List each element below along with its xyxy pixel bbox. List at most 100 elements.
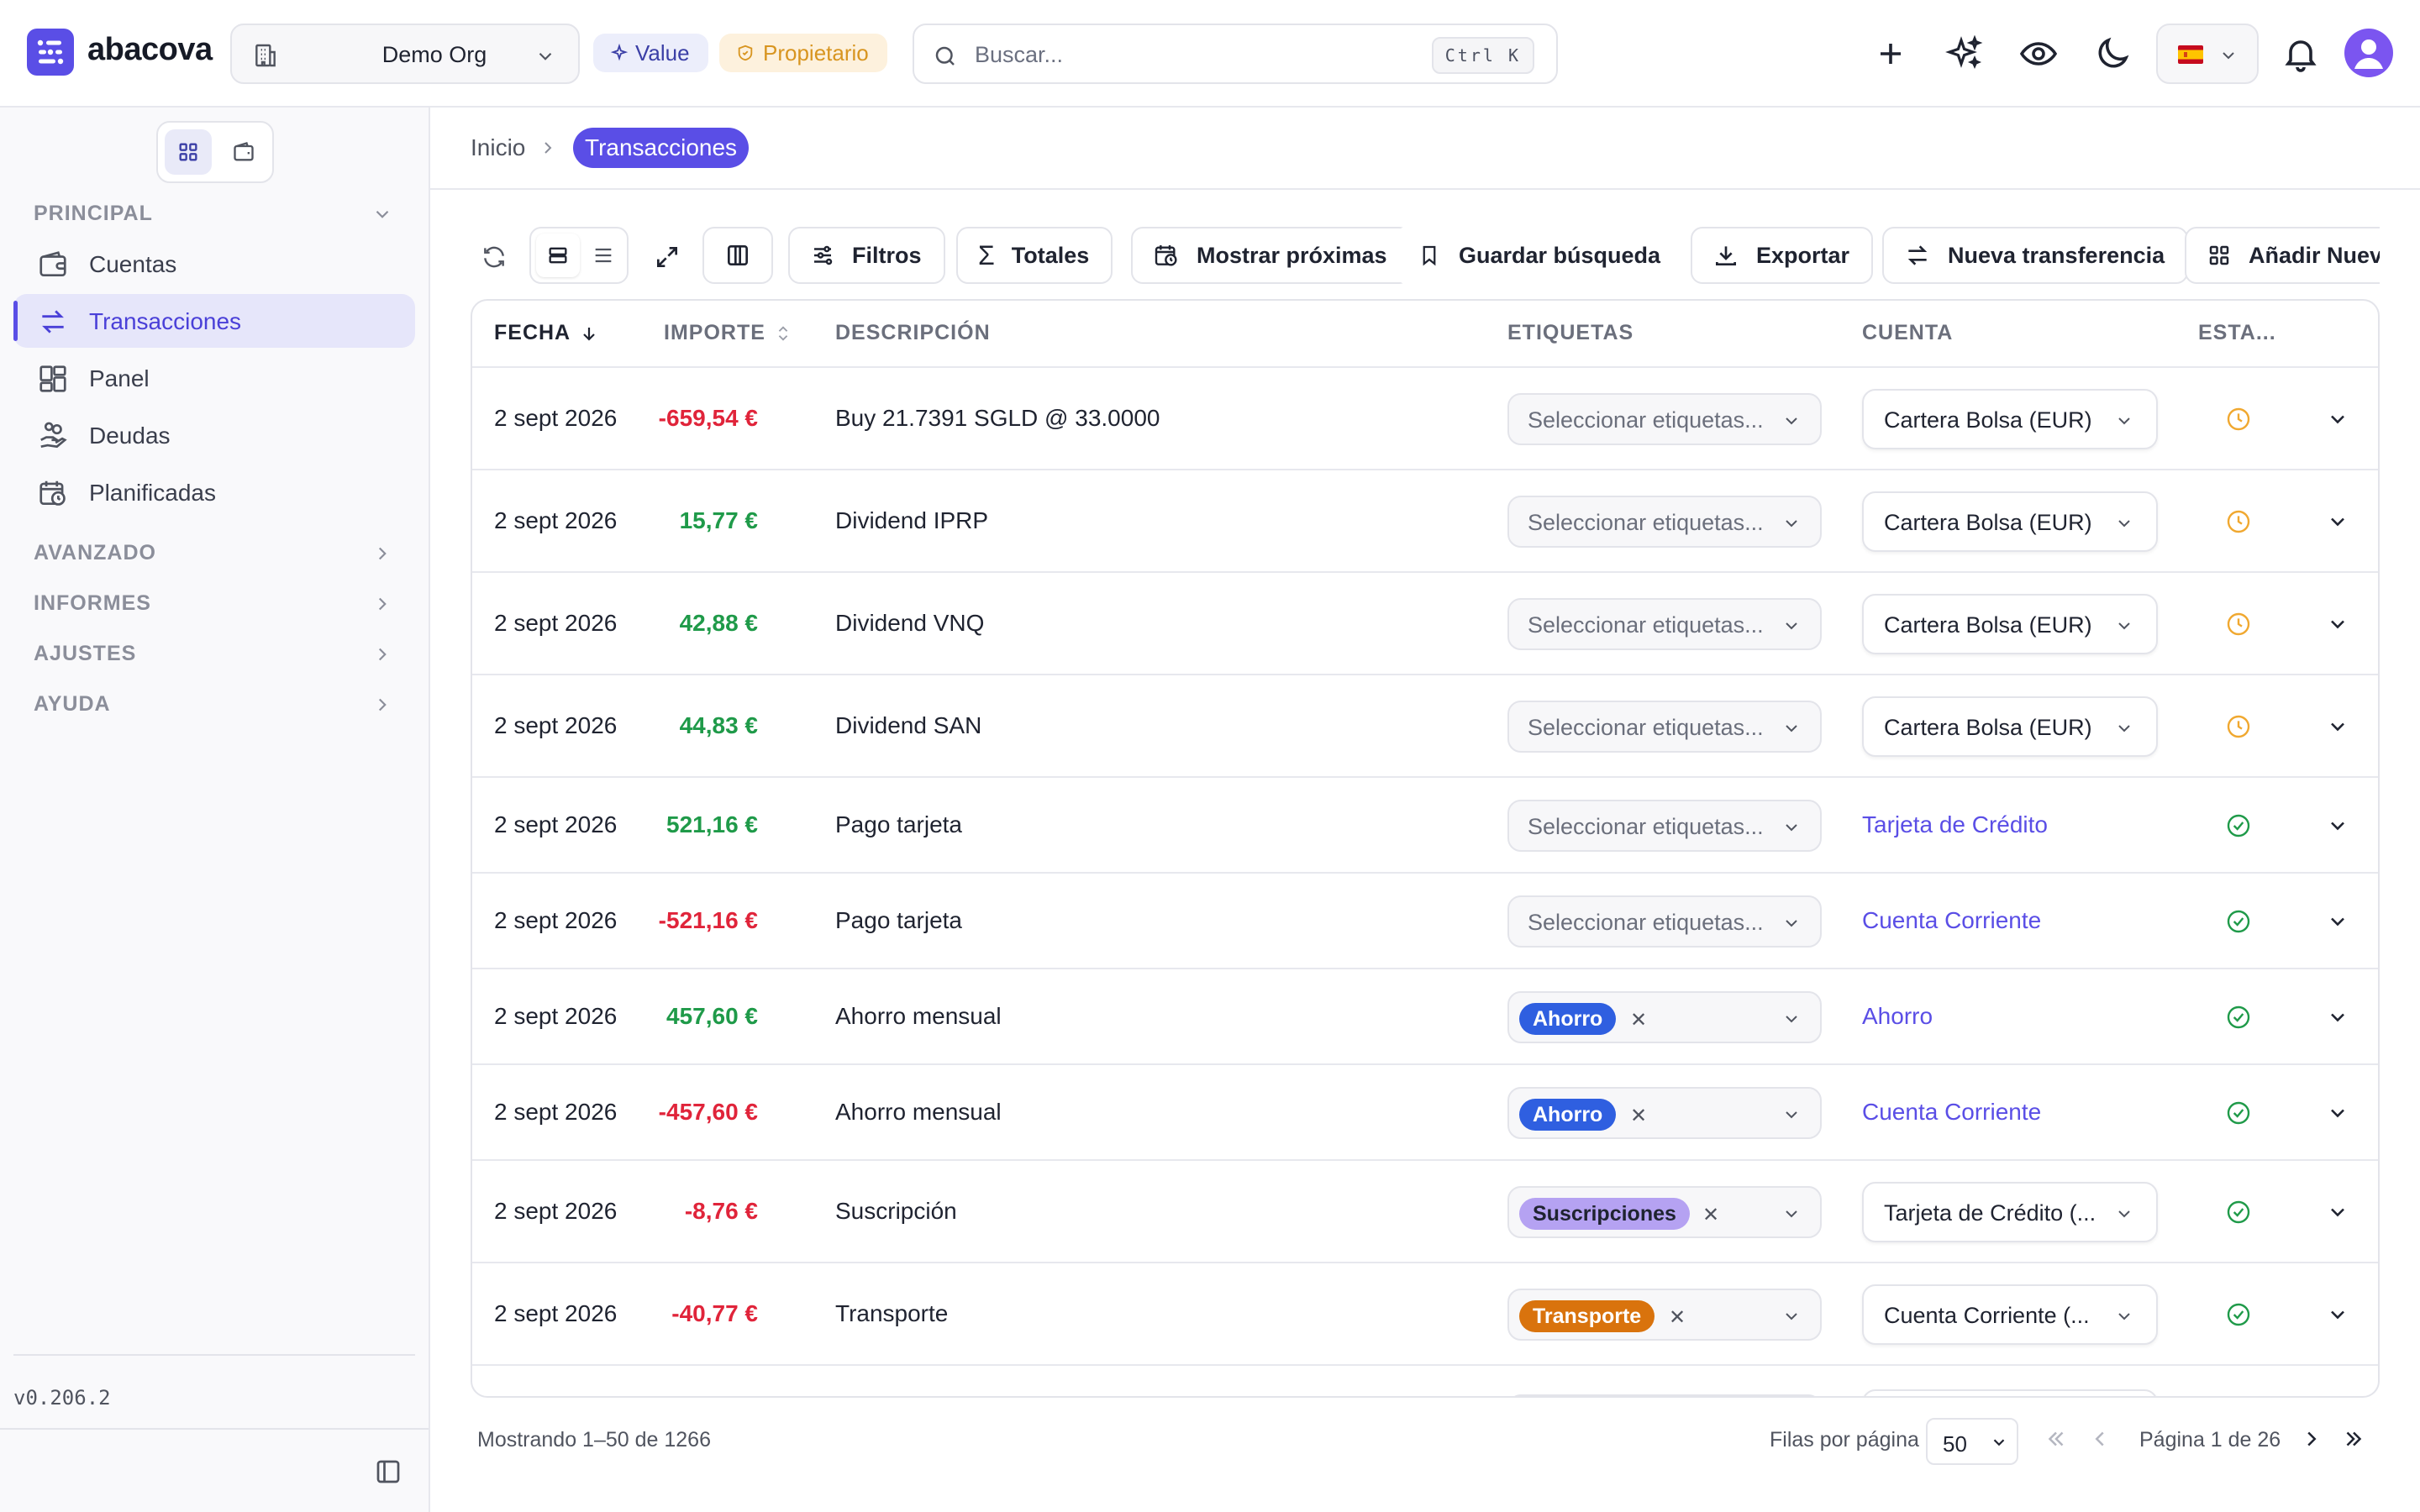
expand-row-icon[interactable] bbox=[2326, 407, 2349, 435]
account-link[interactable]: Tarjeta de Crédito bbox=[1862, 811, 2048, 838]
language-selector[interactable] bbox=[2156, 24, 2259, 84]
cleared-check-icon[interactable] bbox=[2225, 1199, 2252, 1230]
totals-button[interactable]: Σ Totales bbox=[956, 227, 1113, 284]
sidebar-collapse-icon[interactable] bbox=[373, 1457, 403, 1491]
account-select[interactable]: Cuenta Corriente (... bbox=[1862, 1284, 2158, 1345]
chevron-down-icon[interactable] bbox=[371, 203, 393, 229]
transaction-description[interactable]: Dividend VNQ bbox=[835, 610, 984, 637]
expand-row-icon[interactable] bbox=[2326, 1303, 2349, 1331]
section-ajustes[interactable]: AJUSTES bbox=[34, 642, 136, 666]
sidebar-item-cuentas[interactable]: Cuentas bbox=[13, 237, 415, 291]
pending-clock-icon[interactable] bbox=[2225, 508, 2252, 539]
logo-icon[interactable] bbox=[27, 29, 74, 76]
section-ayuda[interactable]: AYUDA bbox=[34, 692, 111, 717]
account-link[interactable]: Cuenta Corriente bbox=[1862, 1099, 2041, 1126]
expand-row-icon[interactable] bbox=[2326, 814, 2349, 842]
cleared-check-icon[interactable] bbox=[2225, 1100, 2252, 1131]
next-page-icon[interactable] bbox=[2299, 1426, 2324, 1456]
column-header-account[interactable]: CUENTA bbox=[1862, 321, 1953, 345]
section-principal[interactable]: PRINCIPAL bbox=[34, 202, 153, 226]
column-header-tags[interactable]: ETIQUETAS bbox=[1507, 321, 1634, 345]
tags-select[interactable]: Ahorro ✕ bbox=[1507, 991, 1822, 1043]
eye-icon[interactable] bbox=[2018, 34, 2059, 74]
org-selector[interactable]: Demo Org bbox=[230, 24, 580, 84]
column-header-description[interactable]: DESCRIPCIÓN bbox=[835, 321, 991, 345]
sidebar-item-planificadas[interactable]: Planificadas bbox=[13, 465, 415, 519]
transaction-description[interactable]: Pago tarjeta bbox=[835, 811, 962, 838]
tags-select[interactable]: Seleccionar etiquetas... bbox=[1507, 895, 1822, 948]
transaction-description[interactable]: Transporte bbox=[835, 1300, 948, 1327]
remove-tag-icon[interactable]: ✕ bbox=[1669, 1305, 1686, 1330]
column-header-date[interactable]: FECHA bbox=[494, 321, 599, 345]
tags-select[interactable] bbox=[1507, 1394, 1822, 1396]
rows-per-page-select[interactable]: 50 bbox=[1926, 1418, 2018, 1465]
tags-select[interactable]: Seleccionar etiquetas... bbox=[1507, 496, 1822, 548]
column-header-status[interactable]: ESTA... bbox=[2198, 321, 2276, 345]
expand-row-icon[interactable] bbox=[2326, 1200, 2349, 1228]
sidebar-item-transacciones[interactable]: Transacciones bbox=[13, 294, 415, 348]
tags-select[interactable]: Seleccionar etiquetas... bbox=[1507, 701, 1822, 753]
tags-select[interactable]: Seleccionar etiquetas... bbox=[1507, 393, 1822, 445]
column-header-amount[interactable]: IMPORTE bbox=[664, 321, 792, 345]
table-row[interactable]: 2 sept 2026 -457,60 € Ahorro mensual Ahorro… bbox=[472, 1065, 2378, 1161]
remove-tag-icon[interactable]: ✕ bbox=[1702, 1203, 1719, 1227]
filters-button[interactable]: Filtros bbox=[788, 227, 945, 284]
card-density-button[interactable] bbox=[536, 234, 580, 277]
table-row[interactable]: 2 sept 2026 44,83 € Dividend SAN Selecciona… bbox=[472, 675, 2378, 778]
transaction-description[interactable]: Dividend IPRP bbox=[835, 507, 988, 534]
expand-row-icon[interactable] bbox=[2326, 1101, 2349, 1129]
account-select[interactable]: Cartera Bolsa (EUR) bbox=[1862, 389, 2158, 449]
transaction-description[interactable]: Buy 21.7391 SGLD @ 33.0000 bbox=[835, 405, 1160, 432]
sparkles-icon[interactable] bbox=[1944, 34, 1985, 74]
section-avanzado[interactable]: AVANZADO bbox=[34, 541, 156, 565]
cleared-check-icon[interactable] bbox=[2225, 1301, 2252, 1332]
list-density-button[interactable] bbox=[581, 234, 625, 277]
pending-clock-icon[interactable] bbox=[2225, 713, 2252, 744]
account-link[interactable]: Cuenta Corriente bbox=[1862, 907, 2041, 934]
sidebar-item-deudas[interactable]: Deudas bbox=[13, 408, 415, 462]
chevron-right-icon[interactable] bbox=[371, 543, 393, 569]
table-row[interactable]: 2 sept 2026 15,77 € Dividend IPRP Seleccion… bbox=[472, 470, 2378, 573]
tags-select[interactable]: Suscripciones ✕ bbox=[1507, 1186, 1822, 1238]
expand-row-icon[interactable] bbox=[2326, 510, 2349, 538]
account-select[interactable]: Cartera Bolsa (EUR) bbox=[1862, 491, 2158, 552]
table-row[interactable]: 2 sept 2026 42,88 € Dividend VNQ Selecciona… bbox=[472, 573, 2378, 675]
expand-row-icon[interactable] bbox=[2326, 612, 2349, 640]
show-upcoming-button[interactable]: Mostrar próximas bbox=[1131, 227, 1411, 284]
table-row[interactable]: 2 sept 2026 457,60 € Ahorro mensual Ahorro ✕… bbox=[472, 969, 2378, 1065]
table-row[interactable]: 2 sept 2026 -40,77 € Transporte Transporte ✕… bbox=[472, 1263, 2378, 1366]
first-page-icon[interactable] bbox=[2044, 1426, 2069, 1456]
plus-icon[interactable] bbox=[1870, 34, 1911, 74]
account-select[interactable] bbox=[1862, 1389, 2158, 1396]
moon-icon[interactable] bbox=[2092, 34, 2133, 74]
tags-select[interactable]: Ahorro ✕ bbox=[1507, 1087, 1822, 1139]
remove-tag-icon[interactable]: ✕ bbox=[1630, 1104, 1647, 1128]
bell-icon[interactable] bbox=[2281, 34, 2321, 74]
last-page-icon[interactable] bbox=[2341, 1426, 2366, 1456]
expand-row-icon[interactable] bbox=[2326, 910, 2349, 937]
columns-button[interactable] bbox=[702, 227, 773, 284]
user-avatar[interactable] bbox=[2344, 29, 2393, 77]
refresh-button[interactable] bbox=[471, 234, 516, 279]
previous-page-icon[interactable] bbox=[2087, 1426, 2112, 1456]
account-select[interactable]: Cartera Bolsa (EUR) bbox=[1862, 594, 2158, 654]
app-name[interactable]: abacova bbox=[87, 32, 213, 68]
breadcrumb-home[interactable]: Inicio bbox=[471, 134, 525, 161]
chevron-right-icon[interactable] bbox=[371, 694, 393, 720]
account-link[interactable]: Ahorro bbox=[1862, 1003, 1933, 1030]
tags-select[interactable]: Transporte ✕ bbox=[1507, 1289, 1822, 1341]
add-new-button[interactable]: Añadir Nueva bbox=[2185, 227, 2380, 284]
transaction-description[interactable]: Suscripción bbox=[835, 1198, 957, 1225]
pending-clock-icon[interactable] bbox=[2225, 406, 2252, 437]
export-button[interactable]: Exportar bbox=[1691, 227, 1874, 284]
chevron-right-icon[interactable] bbox=[371, 643, 393, 669]
search-input[interactable]: Buscar... Ctrl K bbox=[913, 24, 1558, 84]
cleared-check-icon[interactable] bbox=[2225, 812, 2252, 843]
transaction-description[interactable]: Dividend SAN bbox=[835, 712, 981, 739]
pending-clock-icon[interactable] bbox=[2225, 611, 2252, 642]
expand-row-icon[interactable] bbox=[2326, 1005, 2349, 1033]
section-informes[interactable]: INFORMES bbox=[34, 591, 151, 616]
table-row[interactable]: 2 sept 2026 -8,76 € Suscripción Suscripcion… bbox=[472, 1161, 2378, 1263]
table-row[interactable]: 2 sept 2026 521,16 € Pago tarjeta Seleccion… bbox=[472, 778, 2378, 874]
remove-tag-icon[interactable]: ✕ bbox=[1630, 1008, 1647, 1032]
